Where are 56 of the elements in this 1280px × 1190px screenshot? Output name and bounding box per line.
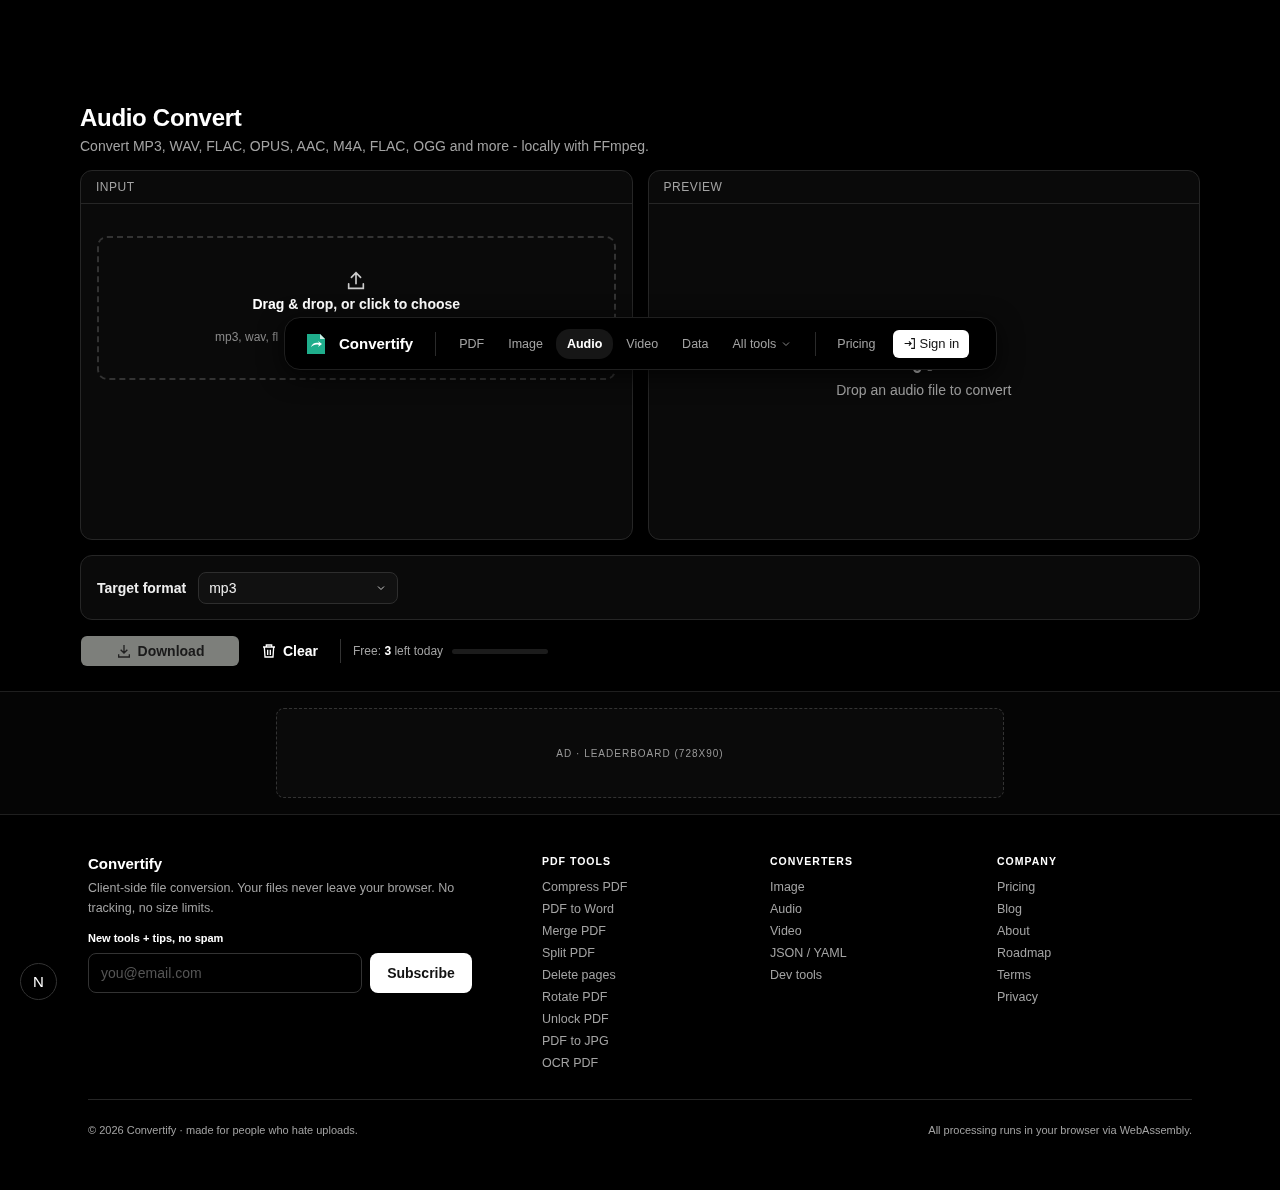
footer-heading: CONVERTERS xyxy=(770,855,854,867)
footer-link[interactable]: Merge PDF xyxy=(542,923,606,939)
format-label: Target format xyxy=(97,579,187,596)
footer-heading: COMPANY xyxy=(997,855,1058,867)
nav-link[interactable]: Image xyxy=(497,328,554,359)
nav-link[interactable]: Pricing xyxy=(826,328,887,359)
footer-link[interactable]: JSON / YAML xyxy=(770,945,847,961)
panel-header: PREVIEW xyxy=(663,180,723,194)
footer-link[interactable]: Compress PDF xyxy=(542,879,628,895)
footer-link[interactable]: Dev tools xyxy=(770,967,823,983)
footer-link[interactable]: OCR PDF xyxy=(542,1055,599,1071)
download-icon xyxy=(115,643,132,659)
nav-link[interactable]: Data xyxy=(671,328,720,359)
sign-in-button[interactable]: Sign in xyxy=(892,329,970,358)
footer-link[interactable]: Split PDF xyxy=(542,945,595,961)
panel-header: INPUT xyxy=(96,180,135,194)
nav-link[interactable]: Audio xyxy=(555,328,614,359)
empty-preview-text: Drop an audio file to convert xyxy=(836,382,1012,398)
logo-icon xyxy=(305,331,327,356)
footer-link[interactable]: Audio xyxy=(770,901,802,917)
footer-link[interactable]: Blog xyxy=(997,901,1023,917)
footer-heading: PDF TOOLS xyxy=(542,855,612,867)
footer-link[interactable]: Rotate PDF xyxy=(542,989,608,1005)
copyright-text: © 2026 Convertify · made for people who hate uploads. xyxy=(88,1124,358,1136)
footer-link[interactable]: PDF to JPG xyxy=(542,1033,609,1049)
dropzone-hint: mp3, wav, fl xyxy=(215,330,279,344)
footer-link[interactable]: Pricing xyxy=(997,879,1036,895)
footer-link[interactable]: Terms xyxy=(997,967,1032,983)
clear-button[interactable]: Clear xyxy=(253,639,327,663)
page-title: Audio Convert xyxy=(80,104,243,132)
footer-link[interactable]: Video xyxy=(770,923,802,939)
menu-link[interactable]: All tools xyxy=(721,328,804,359)
footer-link[interactable]: Image xyxy=(770,879,805,895)
footer-link[interactable]: Delete pages xyxy=(542,967,616,983)
ad-label: AD · LEADERBOARD (728X90) xyxy=(556,747,724,759)
footer-link[interactable]: Privacy xyxy=(997,989,1038,1005)
footer-brand: Convertify xyxy=(88,855,164,872)
newsletter-label: New tools + tips, no spam xyxy=(88,932,225,944)
sign-in-icon xyxy=(902,337,916,350)
footer-link[interactable]: Roadmap xyxy=(997,945,1052,961)
nav-link[interactable]: PDF xyxy=(448,328,496,359)
footer-link[interactable]: PDF to Word xyxy=(542,901,614,917)
brand-name[interactable]: Convertify xyxy=(339,335,414,352)
quota-text: Free: 3 left today xyxy=(353,644,444,658)
footer-link[interactable]: About xyxy=(997,923,1030,939)
dropzone-title: Drag & drop, or click to choose xyxy=(252,296,461,312)
footer-link[interactable]: Unlock PDF xyxy=(542,1011,609,1027)
page-subtitle: Convert MP3, WAV, FLAC, OPUS, AAC, M4A, FLAC, OGG and more - locally with FFmpeg. xyxy=(80,138,650,154)
footer-about: Client-side file conversion. Your files never leave your browser. No tracking, no size limits. xyxy=(88,880,456,917)
dev-badge[interactable]: N xyxy=(20,963,57,1000)
subscribe-button[interactable]: Subscribe xyxy=(370,953,472,993)
format-select[interactable]: mp3 xyxy=(198,571,399,604)
trash-icon xyxy=(261,643,277,659)
nav-link[interactable]: Video xyxy=(615,328,670,359)
email-field[interactable]: you@email.com xyxy=(88,953,362,993)
footer-note: All processing runs in your browser via WebAssembly. xyxy=(928,1124,1192,1136)
